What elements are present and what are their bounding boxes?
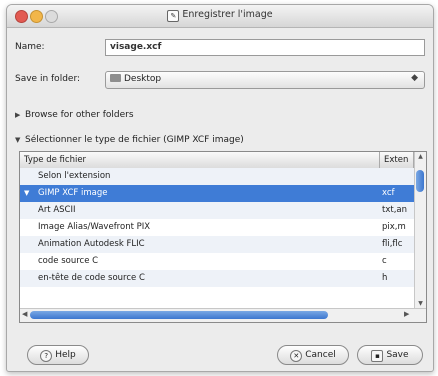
column-header-type[interactable]: Type de fichier <box>20 152 380 168</box>
name-label: Name: <box>15 42 45 52</box>
app-window-icon: ✎ <box>167 10 180 22</box>
scroll-up-icon[interactable]: ▲ <box>415 152 426 161</box>
filetype-expander[interactable]: ▼ Sélectionner le type de fichier (GIMP X… <box>15 135 244 145</box>
vertical-scrollbar[interactable]: ▲ ▼ <box>414 152 426 308</box>
help-button[interactable]: ? Help <box>27 345 89 365</box>
window-title: ✎ Enregistrer l'image <box>7 9 433 22</box>
filetype-extension-cell: xcf <box>382 188 395 198</box>
filetype-extension-cell: h <box>382 273 388 283</box>
horizontal-scrollbar[interactable]: ◀ ▶ <box>20 308 426 322</box>
save-button[interactable]: ▪ Save <box>357 345 423 365</box>
title-bar[interactable]: ✎ Enregistrer l'image <box>7 5 433 28</box>
help-icon: ? <box>40 350 53 362</box>
filetype-rows: Selon l'extension ▼ GIMP XCF image xcf Art A… <box>20 168 414 287</box>
scroll-left-icon[interactable]: ◀ <box>22 310 27 318</box>
filetype-extension-cell: pix,m <box>382 222 406 232</box>
cancel-icon: ✕ <box>290 350 303 362</box>
window-title-text: Enregistrer l'image <box>182 9 273 20</box>
filename-input[interactable]: visage.xcf <box>105 39 425 56</box>
filetype-name-cell: code source C <box>38 256 99 266</box>
save-folder-select[interactable]: Desktop ◆ <box>105 71 425 89</box>
filetype-list-header: Type de fichier Exten <box>20 152 414 169</box>
filetype-row[interactable]: en-tête de code source C h <box>20 270 414 287</box>
horizontal-scroll-thumb[interactable] <box>30 311 328 319</box>
folder-icon <box>110 74 121 82</box>
save-button-label: Save <box>386 350 409 360</box>
expander-expanded-icon: ▼ <box>15 136 21 144</box>
vertical-scroll-thumb[interactable] <box>416 170 424 192</box>
cancel-button-label: Cancel <box>305 350 336 360</box>
filetype-row[interactable]: Art ASCII txt,an <box>20 202 414 219</box>
save-image-dialog: ✎ Enregistrer l'image Name: visage.xcf Sa… <box>6 4 434 372</box>
expander-collapsed-icon: ▶ <box>15 111 21 119</box>
filetype-row[interactable]: Image Alias/Wavefront PIX pix,m <box>20 219 414 236</box>
filetype-row[interactable]: code source C c <box>20 253 414 270</box>
row-expander-icon[interactable]: ▼ <box>24 185 29 202</box>
filetype-name-cell: GIMP XCF image <box>38 188 108 198</box>
filetype-extension-cell: txt,an <box>382 205 407 215</box>
save-folder-label: Save in folder: <box>15 74 81 84</box>
browse-folders-label: Browse for other folders <box>25 110 134 120</box>
save-folder-value: Desktop <box>124 74 162 84</box>
filetype-expander-label: Sélectionner le type de fichier (GIMP XC… <box>25 135 244 145</box>
filetype-list: Type de fichier Exten Selon l'extension ▼… <box>19 151 427 323</box>
filetype-row[interactable]: Animation Autodesk FLIC fli,flc <box>20 236 414 253</box>
dropdown-arrow-icon: ◆ <box>411 73 418 83</box>
scroll-down-icon[interactable]: ▼ <box>415 299 426 308</box>
filetype-extension-cell: c <box>382 256 387 266</box>
column-header-extension[interactable]: Exten <box>380 152 414 168</box>
filetype-name-cell: Selon l'extension <box>38 171 111 181</box>
filetype-row[interactable]: Selon l'extension <box>20 168 414 185</box>
filetype-extension-cell: fli,flc <box>382 239 403 249</box>
help-button-label: Help <box>55 350 76 360</box>
cancel-button[interactable]: ✕ Cancel <box>277 345 349 365</box>
save-icon: ▪ <box>371 350 384 362</box>
filetype-name-cell: en-tête de code source C <box>38 273 145 283</box>
filetype-name-cell: Art ASCII <box>38 205 76 215</box>
filetype-row[interactable]: ▼ GIMP XCF image xcf <box>20 185 414 202</box>
filetype-name-cell: Image Alias/Wavefront PIX <box>38 222 151 232</box>
filetype-name-cell: Animation Autodesk FLIC <box>38 239 145 249</box>
browse-folders-expander[interactable]: ▶ Browse for other folders <box>15 110 134 120</box>
scroll-right-icon[interactable]: ▶ <box>404 310 409 318</box>
